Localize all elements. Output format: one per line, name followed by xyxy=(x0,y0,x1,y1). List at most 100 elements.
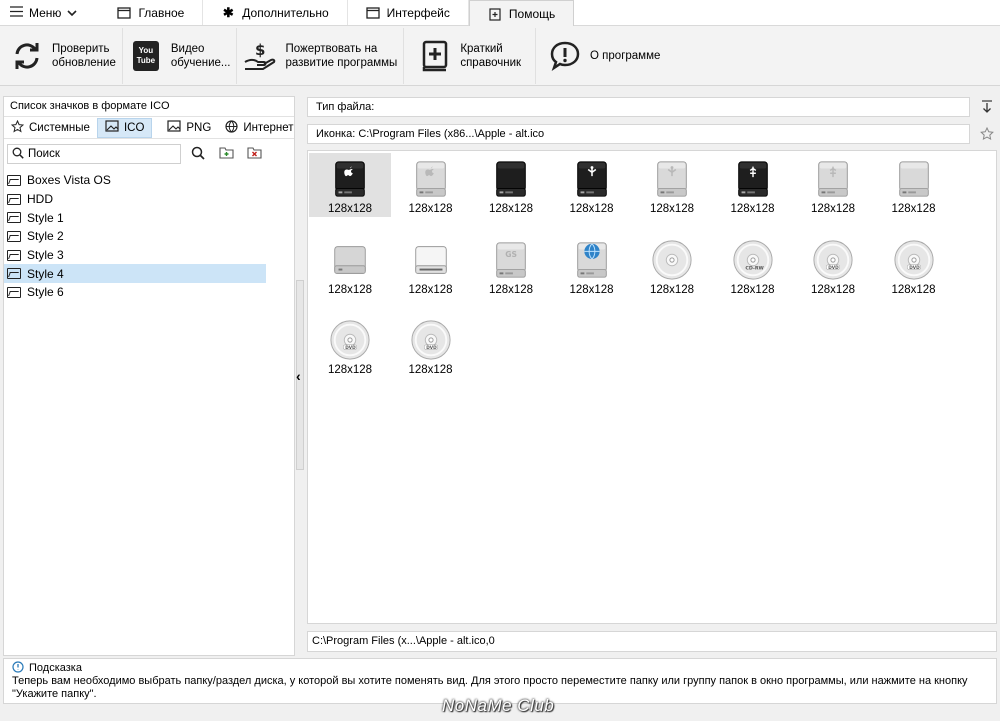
icon-size-label: 128x128 xyxy=(730,203,775,215)
drive-light-firewire-icon xyxy=(650,157,694,201)
drive-dark-firewire-icon xyxy=(570,157,614,201)
icon-size-label: 128x128 xyxy=(488,283,534,296)
watermark: NoNaMe Club xyxy=(442,696,555,715)
remove-folder-button[interactable] xyxy=(243,144,265,164)
tab-ico-label: ICO xyxy=(123,121,145,134)
icon-tile[interactable]: DVD 128x128 xyxy=(309,314,391,378)
lightbulb-icon xyxy=(12,660,24,676)
tree-item-label: Style 1 xyxy=(27,210,64,225)
folder-icon xyxy=(7,268,21,280)
tree-item-label: Boxes Vista OS xyxy=(27,173,111,188)
icon-tile[interactable]: 128x128 xyxy=(712,153,794,217)
tree-item-selected[interactable]: Style 4 xyxy=(4,264,266,284)
icon-tile[interactable]: 128x128 xyxy=(631,234,713,298)
add-folder-button[interactable] xyxy=(215,144,237,164)
chevron-down-icon xyxy=(67,6,78,20)
icon-tile[interactable]: DVD 128x128 xyxy=(792,234,874,298)
tab-help[interactable]: Помощь xyxy=(468,0,575,27)
tree-item-label: HDD xyxy=(27,192,53,207)
icon-tile[interactable]: 128x128 xyxy=(470,153,552,217)
icon-size-label: 128x128 xyxy=(327,283,373,296)
tab-system-label: Системные xyxy=(29,121,90,134)
tree-item[interactable]: Boxes Vista OS xyxy=(4,171,266,190)
icon-tile[interactable]: 128x128 xyxy=(309,153,391,217)
tab-interface-label: Интерфейс xyxy=(386,5,450,20)
svg-text:DVD: DVD xyxy=(426,345,437,351)
star-icon xyxy=(10,119,25,136)
icon-tile[interactable]: 128x128 xyxy=(551,153,633,217)
icon-tile[interactable]: GS 128x128 xyxy=(470,234,552,298)
tree-item[interactable]: HDD xyxy=(4,190,266,209)
svg-text:$: $ xyxy=(255,41,265,59)
tab-ico[interactable]: ICO xyxy=(96,117,153,138)
disc-dvd-icon: DVD xyxy=(811,238,855,282)
collapse-arrow-icon[interactable]: ‹ xyxy=(296,368,301,384)
drive-dark-apple-icon xyxy=(328,157,372,201)
window-icon xyxy=(117,6,132,20)
icon-tile[interactable]: 128x128 xyxy=(551,234,633,298)
tab-internet[interactable]: Интернет xyxy=(218,118,300,138)
icon-tile[interactable]: CD-RW 128x128 xyxy=(712,234,794,298)
folder-icon xyxy=(7,193,21,205)
check-update-button[interactable]: Проверить обновление xyxy=(0,27,123,84)
icon-tile[interactable]: DVD 128x128 xyxy=(390,314,472,378)
tab-main[interactable]: Главное xyxy=(99,0,204,25)
icon-tile[interactable]: 128x128 xyxy=(390,153,472,217)
library-tabs: Системные ICO PNG Интернет xyxy=(4,117,294,139)
tree-item[interactable]: Style 3 xyxy=(4,246,266,265)
favorite-star-icon[interactable] xyxy=(978,125,996,143)
icon-size-label: 128x128 xyxy=(891,203,936,215)
search-button[interactable] xyxy=(187,144,209,164)
icon-path-value: C:\Program Files (x86...\Apple - alt.ico xyxy=(358,128,545,140)
icon-size-label: 128x128 xyxy=(569,203,614,215)
folder-add-icon xyxy=(218,146,234,162)
icon-size-label: 128x128 xyxy=(327,203,373,215)
icon-size-label: 128x128 xyxy=(408,203,453,215)
main-menu-button[interactable]: Меню xyxy=(0,0,87,25)
icon-size-label: 128x128 xyxy=(649,283,695,296)
tab-additional[interactable]: ✱ Дополнительно xyxy=(203,0,348,25)
icon-tile[interactable]: 128x128 xyxy=(390,234,472,298)
donate-button[interactable]: $ Пожертвовать на развитие программы xyxy=(237,27,405,84)
icon-tile[interactable]: 128x128 xyxy=(873,153,955,217)
tab-internet-label: Интернет xyxy=(243,121,294,134)
image-icon xyxy=(105,120,119,135)
drive-light-gs-icon: GS xyxy=(489,238,533,282)
manual-book-icon xyxy=(418,39,452,73)
manual-button[interactable]: Краткий справочник xyxy=(404,27,537,84)
tab-png[interactable]: PNG xyxy=(160,118,218,138)
help-book-icon xyxy=(488,7,502,21)
drive-dark-icon xyxy=(489,157,533,201)
tab-system[interactable]: Системные xyxy=(4,118,97,138)
filetype-field[interactable]: Тип файла: xyxy=(307,97,970,117)
image-icon xyxy=(167,120,181,135)
drive-light-usb-icon xyxy=(811,157,855,201)
speech-exclamation-icon xyxy=(548,39,582,73)
icon-size-label: 128x128 xyxy=(488,203,534,215)
tree-item[interactable]: Style 6 xyxy=(4,283,266,302)
sort-down-icon[interactable] xyxy=(978,98,996,116)
icon-tile[interactable]: DVD 128x128 xyxy=(873,234,955,298)
about-button[interactable]: О программе xyxy=(536,28,666,84)
icon-path-label: Иконка: xyxy=(316,128,356,140)
tab-main-label: Главное xyxy=(138,5,185,20)
search-input[interactable]: Поиск xyxy=(7,144,181,164)
video-tutorial-button[interactable]: You Tube Видео обучение... xyxy=(123,27,238,84)
icon-grid: 128x128 128x128 128x128 128x128 128x128 128x1… xyxy=(307,150,997,624)
menu-bar: Меню Главное ✱ Дополнительно Интерфейс П… xyxy=(0,0,1000,27)
drive-dark-usb-icon xyxy=(731,157,775,201)
icon-tile[interactable]: 128x128 xyxy=(309,234,391,298)
globe-icon xyxy=(225,119,238,136)
icon-tile[interactable]: 128x128 xyxy=(631,153,713,217)
disc-dvd-icon: DVD xyxy=(892,238,936,282)
tree-item[interactable]: Style 1 xyxy=(4,208,266,227)
tab-interface[interactable]: Интерфейс xyxy=(348,0,469,25)
ribbon: Проверить обновление You Tube Видео обуч… xyxy=(0,26,1000,86)
search-row: Поиск xyxy=(4,139,294,169)
tree-item-label: Style 6 xyxy=(27,285,64,300)
icon-path-field[interactable]: Иконка: C:\Program Files (x86...\Apple -… xyxy=(307,124,970,144)
donate-hand-icon: $ xyxy=(243,39,277,73)
icon-size-label: 128x128 xyxy=(891,283,936,296)
tree-item[interactable]: Style 2 xyxy=(4,227,266,246)
icon-tile[interactable]: 128x128 xyxy=(792,153,874,217)
